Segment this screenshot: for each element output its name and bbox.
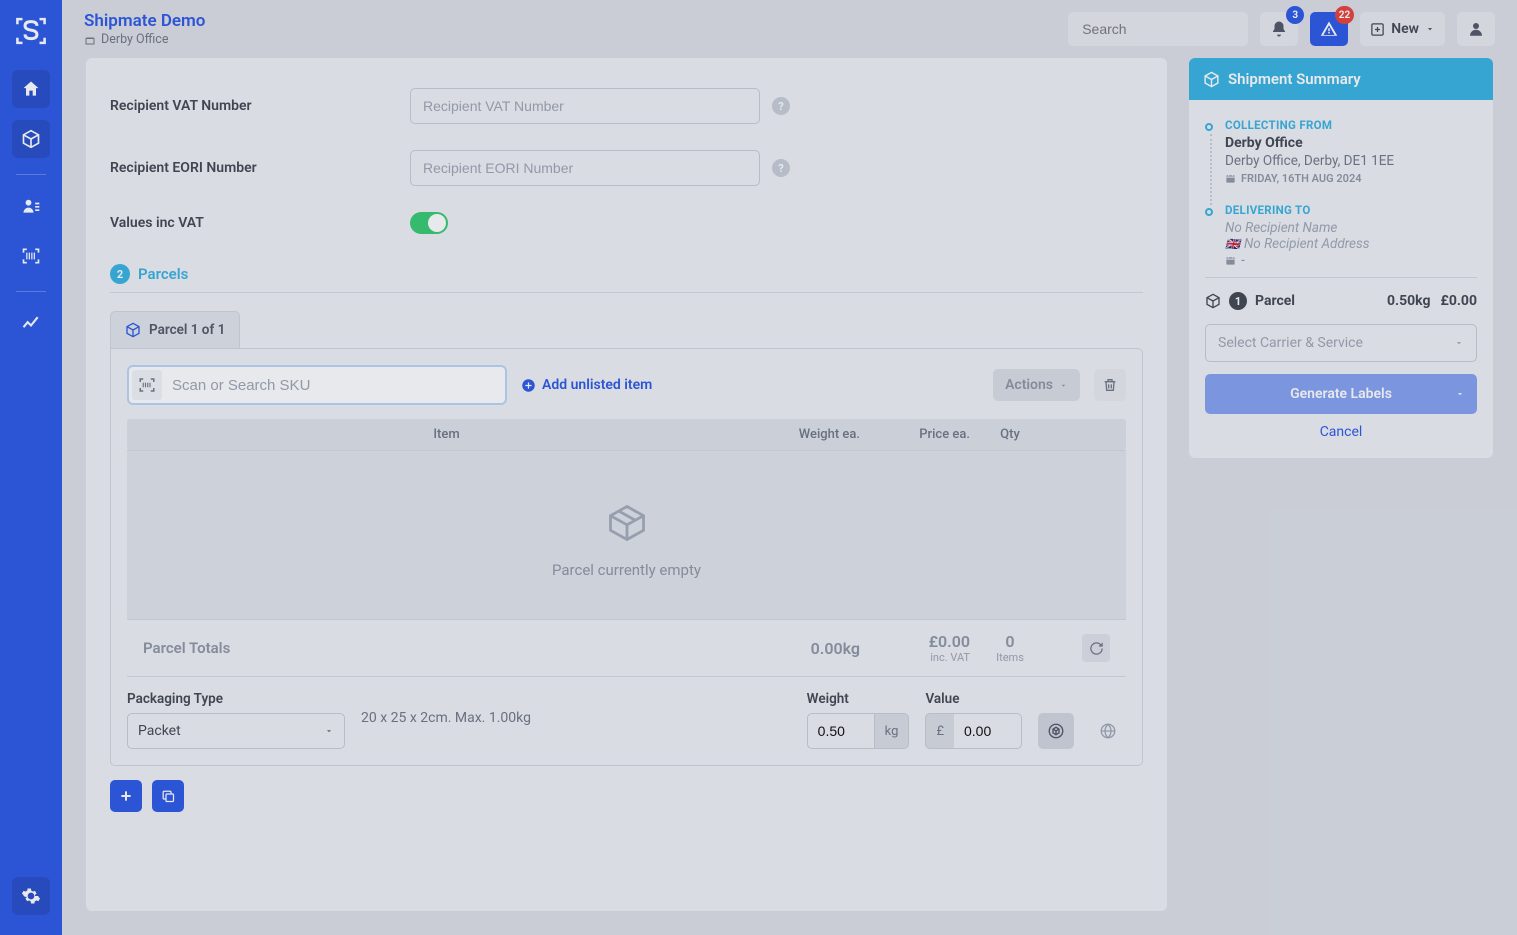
value-label: Value bbox=[925, 691, 1022, 707]
help-icon[interactable]: ? bbox=[772, 159, 790, 177]
summary-parcel-label: Parcel bbox=[1255, 293, 1295, 309]
topbar: Shipmate Demo Derby Office / 3 22 New bbox=[62, 0, 1517, 58]
collecting-label: COLLECTING FROM bbox=[1225, 118, 1394, 132]
alerts-button[interactable]: 22 bbox=[1310, 12, 1348, 46]
logo bbox=[14, 14, 48, 48]
generate-labels-button[interactable]: Generate Labels bbox=[1205, 374, 1477, 414]
currency-symbol: £ bbox=[925, 713, 954, 749]
totals-price: £0.00 inc. VAT bbox=[860, 632, 970, 664]
main-form-card: Recipient VAT Number ? Recipient EORI Nu… bbox=[86, 58, 1167, 911]
duplicate-parcel-button[interactable] bbox=[152, 780, 184, 812]
summary-parcel-weight: 0.50kg bbox=[1387, 293, 1431, 309]
nav-contacts[interactable] bbox=[12, 187, 50, 225]
col-item: Item bbox=[143, 427, 750, 442]
nav-analytics[interactable] bbox=[12, 304, 50, 342]
totals-qty: 0 Items bbox=[970, 632, 1050, 664]
weight-unit: kg bbox=[875, 713, 910, 749]
notification-badge: 3 bbox=[1286, 6, 1304, 24]
package-config-button[interactable] bbox=[1038, 713, 1074, 749]
item-table-header: Item Weight ea. Price ea. Qty bbox=[127, 419, 1126, 450]
eori-input[interactable] bbox=[410, 150, 760, 186]
user-button[interactable] bbox=[1457, 12, 1495, 46]
nav-shipments[interactable] bbox=[12, 120, 50, 158]
vat-label: Recipient VAT Number bbox=[110, 98, 410, 114]
eori-label: Recipient EORI Number bbox=[110, 160, 410, 176]
section-title: Parcels bbox=[138, 265, 188, 283]
totals-label: Parcel Totals bbox=[143, 639, 750, 657]
empty-state: Parcel currently empty bbox=[127, 450, 1126, 619]
totals-row: Parcel Totals 0.00kg £0.00 inc. VAT 0 It… bbox=[127, 619, 1126, 676]
sidebar bbox=[0, 0, 62, 935]
inc-vat-toggle[interactable] bbox=[410, 212, 448, 234]
delivering-label: DELIVERING TO bbox=[1225, 203, 1370, 217]
summary-parcel-count: 1 bbox=[1229, 292, 1247, 310]
new-button[interactable]: New bbox=[1360, 12, 1445, 46]
brand: Shipmate Demo Derby Office bbox=[84, 11, 205, 47]
delete-parcel-button[interactable] bbox=[1094, 369, 1126, 401]
summary-parcel-value: £0.00 bbox=[1441, 293, 1477, 309]
parcel-tab[interactable]: Parcel 1 of 1 bbox=[110, 311, 240, 348]
help-icon[interactable]: ? bbox=[772, 97, 790, 115]
col-price: Price ea. bbox=[860, 427, 970, 442]
inc-vat-label: Values inc VAT bbox=[110, 215, 410, 231]
delivering-date: - bbox=[1225, 254, 1370, 267]
col-weight: Weight ea. bbox=[750, 427, 860, 442]
barcode-icon bbox=[132, 370, 162, 400]
brand-title: Shipmate Demo bbox=[84, 11, 205, 31]
delivering-address: 🇬🇧No Recipient Address bbox=[1225, 236, 1370, 252]
shipment-summary-card: Shipment Summary COLLECTING FROM Derby O… bbox=[1189, 58, 1493, 458]
add-parcel-button[interactable] bbox=[110, 780, 142, 812]
nav-home[interactable] bbox=[12, 70, 50, 108]
section-step-number: 2 bbox=[110, 264, 130, 284]
sku-scan[interactable] bbox=[127, 365, 507, 405]
cancel-link[interactable]: Cancel bbox=[1205, 424, 1477, 440]
globe-button[interactable] bbox=[1090, 713, 1126, 749]
sku-input[interactable] bbox=[162, 377, 502, 394]
notifications-button[interactable]: 3 bbox=[1260, 12, 1298, 46]
parcel-body: Add unlisted item Actions Item Weight ea… bbox=[110, 348, 1143, 766]
totals-weight: 0.00kg bbox=[750, 639, 860, 658]
weight-label: Weight bbox=[807, 691, 910, 707]
summary-header: Shipment Summary bbox=[1189, 58, 1493, 100]
vat-input[interactable] bbox=[410, 88, 760, 124]
nav-scan[interactable] bbox=[12, 237, 50, 275]
empty-box-icon bbox=[605, 501, 649, 545]
actions-dropdown[interactable]: Actions bbox=[993, 369, 1080, 401]
global-search[interactable]: / bbox=[1068, 12, 1248, 46]
packaging-dims: 20 x 25 x 2cm. Max. 1.00kg bbox=[361, 710, 531, 731]
carrier-select[interactable]: Select Carrier & Service bbox=[1205, 324, 1477, 362]
packaging-type-select[interactable]: Packet bbox=[127, 713, 345, 749]
refresh-totals-button[interactable] bbox=[1082, 634, 1110, 662]
empty-text: Parcel currently empty bbox=[127, 561, 1126, 579]
collecting-address: Derby Office, Derby, DE1 1EE bbox=[1225, 153, 1394, 169]
search-input[interactable] bbox=[1082, 21, 1263, 37]
brand-subtitle: Derby Office bbox=[84, 32, 205, 47]
alert-badge: 22 bbox=[1335, 6, 1354, 24]
weight-input[interactable] bbox=[807, 713, 875, 749]
add-unlisted-button[interactable]: Add unlisted item bbox=[521, 377, 652, 393]
packaging-type-label: Packaging Type bbox=[127, 691, 345, 707]
value-input[interactable] bbox=[954, 713, 1022, 749]
col-qty: Qty bbox=[970, 427, 1050, 442]
delivering-name: No Recipient Name bbox=[1225, 220, 1370, 236]
collecting-date: FRIDAY, 16TH AUG 2024 bbox=[1225, 172, 1394, 185]
nav-settings[interactable] bbox=[12, 877, 50, 915]
collecting-title: Derby Office bbox=[1225, 135, 1394, 151]
